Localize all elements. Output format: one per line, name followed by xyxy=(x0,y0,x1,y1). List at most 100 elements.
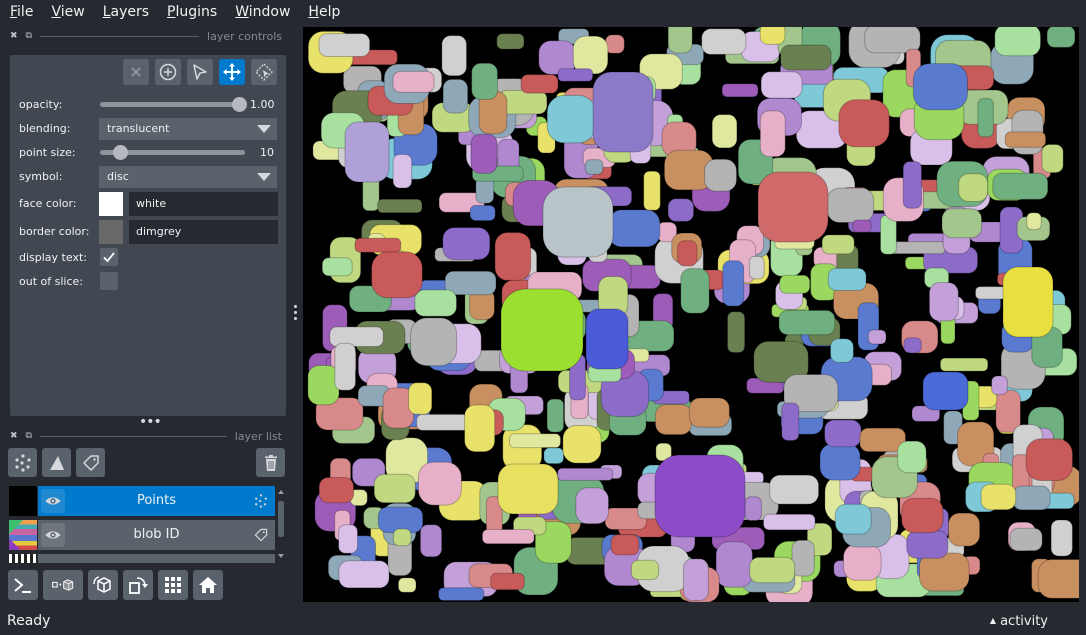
layer-name[interactable]: blob ID xyxy=(68,520,245,550)
checkmark-icon xyxy=(103,252,115,263)
menu-help[interactable]: Help xyxy=(298,0,348,24)
close-icon xyxy=(131,67,141,77)
blending-select-value: translucent xyxy=(107,122,170,135)
menu-layers[interactable]: Layers xyxy=(93,0,157,24)
eye-icon xyxy=(45,497,61,505)
viewer-buttons xyxy=(8,570,223,600)
opacity-value: 1.00 xyxy=(250,98,275,111)
points-icon xyxy=(14,453,31,472)
face-color-swatch[interactable] xyxy=(99,192,123,216)
border-color-swatch[interactable] xyxy=(99,220,123,244)
symbol-select[interactable]: disc xyxy=(99,166,277,188)
dock-title-divider xyxy=(39,35,200,37)
transpose-dimensions-button[interactable] xyxy=(123,570,153,600)
new-points-layer-button[interactable] xyxy=(8,448,37,477)
point-size-slider-handle[interactable] xyxy=(113,145,128,160)
panel-splitter-handle[interactable]: ••• xyxy=(139,415,162,429)
activity-button[interactable]: ▲ activity xyxy=(990,614,1048,629)
border-color-field[interactable]: dimgrey xyxy=(129,220,278,244)
status-bar: Ready ▲ activity xyxy=(0,606,1086,635)
ndisplay-toggle-button[interactable] xyxy=(43,570,83,600)
layer-row-partial xyxy=(8,553,276,563)
chevron-down-icon xyxy=(257,173,271,181)
visibility-toggle[interactable] xyxy=(41,523,65,547)
tag-icon xyxy=(82,454,99,471)
dock-splitter-handle[interactable] xyxy=(294,305,298,323)
point-size-value[interactable]: 10 xyxy=(260,146,274,159)
face-color-label: face color: xyxy=(19,197,77,210)
display-text-label: display text: xyxy=(19,251,87,264)
blending-label: blending: xyxy=(19,122,71,135)
chevron-down-icon xyxy=(257,125,271,133)
symbol-select-value: disc xyxy=(107,170,129,183)
console-button[interactable] xyxy=(8,570,38,600)
add-points-button[interactable] xyxy=(155,59,181,85)
points-tool-row xyxy=(123,59,277,85)
point-size-slider[interactable] xyxy=(100,145,245,160)
transform-icon xyxy=(255,63,273,81)
shapes-icon xyxy=(49,455,64,470)
menu-plugins[interactable]: Plugins xyxy=(157,0,225,24)
scrollbar-thumb[interactable] xyxy=(278,501,284,537)
activity-label: activity xyxy=(1000,614,1048,629)
layer-row-blob-id[interactable]: blob ID xyxy=(8,519,276,551)
out-of-slice-label: out of slice: xyxy=(19,275,83,288)
dock-title-divider xyxy=(39,435,227,437)
select-points-button[interactable] xyxy=(187,59,213,85)
point-size-label: point size: xyxy=(19,146,76,159)
viewer-canvas[interactable] xyxy=(303,27,1079,602)
grid-view-button[interactable] xyxy=(158,570,188,600)
menu-view[interactable]: View xyxy=(41,0,92,24)
out-of-slice-checkbox[interactable] xyxy=(100,272,118,290)
reset-view-button[interactable] xyxy=(193,570,223,600)
move-arrows-icon xyxy=(223,63,241,81)
scroll-up-icon[interactable] xyxy=(278,490,284,494)
new-labels-layer-button[interactable] xyxy=(76,448,105,477)
face-color-field[interactable]: white xyxy=(129,192,278,216)
trash-icon xyxy=(264,454,277,471)
menu-bar: File View Layers Plugins Window Help xyxy=(0,0,1086,24)
dock-close-icon[interactable]: ✖ xyxy=(10,31,18,41)
dock-float-icon[interactable]: ⧉ xyxy=(26,431,32,441)
layer-row-body xyxy=(38,554,275,563)
delete-selected-points-button[interactable] xyxy=(123,59,149,85)
layer-thumbnail xyxy=(9,554,37,563)
border-color-label: border color: xyxy=(19,225,90,238)
home-icon xyxy=(199,577,217,593)
layer-list-scrollbar[interactable] xyxy=(277,487,285,561)
eye-icon xyxy=(45,531,61,539)
grid-icon xyxy=(165,577,181,593)
cube-rotate-icon xyxy=(93,576,111,593)
layer-thumbnail xyxy=(9,520,37,550)
layer-row-points[interactable]: Points xyxy=(8,485,276,517)
menu-window[interactable]: Window xyxy=(225,0,298,24)
rendered-labels-volume xyxy=(307,27,1079,602)
layer-list-title: layer list xyxy=(234,429,282,443)
layer-row-body: Points xyxy=(38,486,275,516)
delete-layer-button[interactable] xyxy=(256,448,285,477)
new-shapes-layer-button[interactable] xyxy=(42,448,71,477)
scroll-down-icon[interactable] xyxy=(278,554,284,558)
symbol-label: symbol: xyxy=(19,170,63,183)
pan-zoom-button[interactable] xyxy=(219,59,245,85)
blending-select[interactable]: translucent xyxy=(99,118,277,140)
roll-dimensions-button[interactable] xyxy=(88,570,118,600)
dock-close-icon[interactable]: ✖ xyxy=(10,431,18,441)
layer-row-body: blob ID xyxy=(38,520,275,550)
dock-float-icon[interactable]: ⧉ xyxy=(26,31,32,41)
layer-name[interactable]: Points xyxy=(68,486,245,516)
visibility-toggle[interactable] xyxy=(41,489,65,513)
display-text-checkbox[interactable] xyxy=(100,248,118,266)
layer-controls-titlebar: ✖ ⧉ layer controls xyxy=(10,28,282,44)
terminal-icon xyxy=(14,578,31,593)
pointer-arrow-icon xyxy=(193,64,207,80)
transform-button[interactable] xyxy=(251,59,277,85)
layer-list-titlebar: ✖ ⧉ layer list xyxy=(10,428,282,444)
menu-file[interactable]: File xyxy=(0,0,41,24)
2d-3d-toggle-icon xyxy=(52,579,74,591)
opacity-slider-handle[interactable] xyxy=(231,97,247,112)
opacity-slider[interactable] xyxy=(100,97,247,112)
layer-controls-panel: opacity: 1.00 blending: translucent poin… xyxy=(10,55,286,416)
caret-up-icon: ▲ xyxy=(989,616,997,625)
layer-list: Points blob ID xyxy=(8,485,276,563)
